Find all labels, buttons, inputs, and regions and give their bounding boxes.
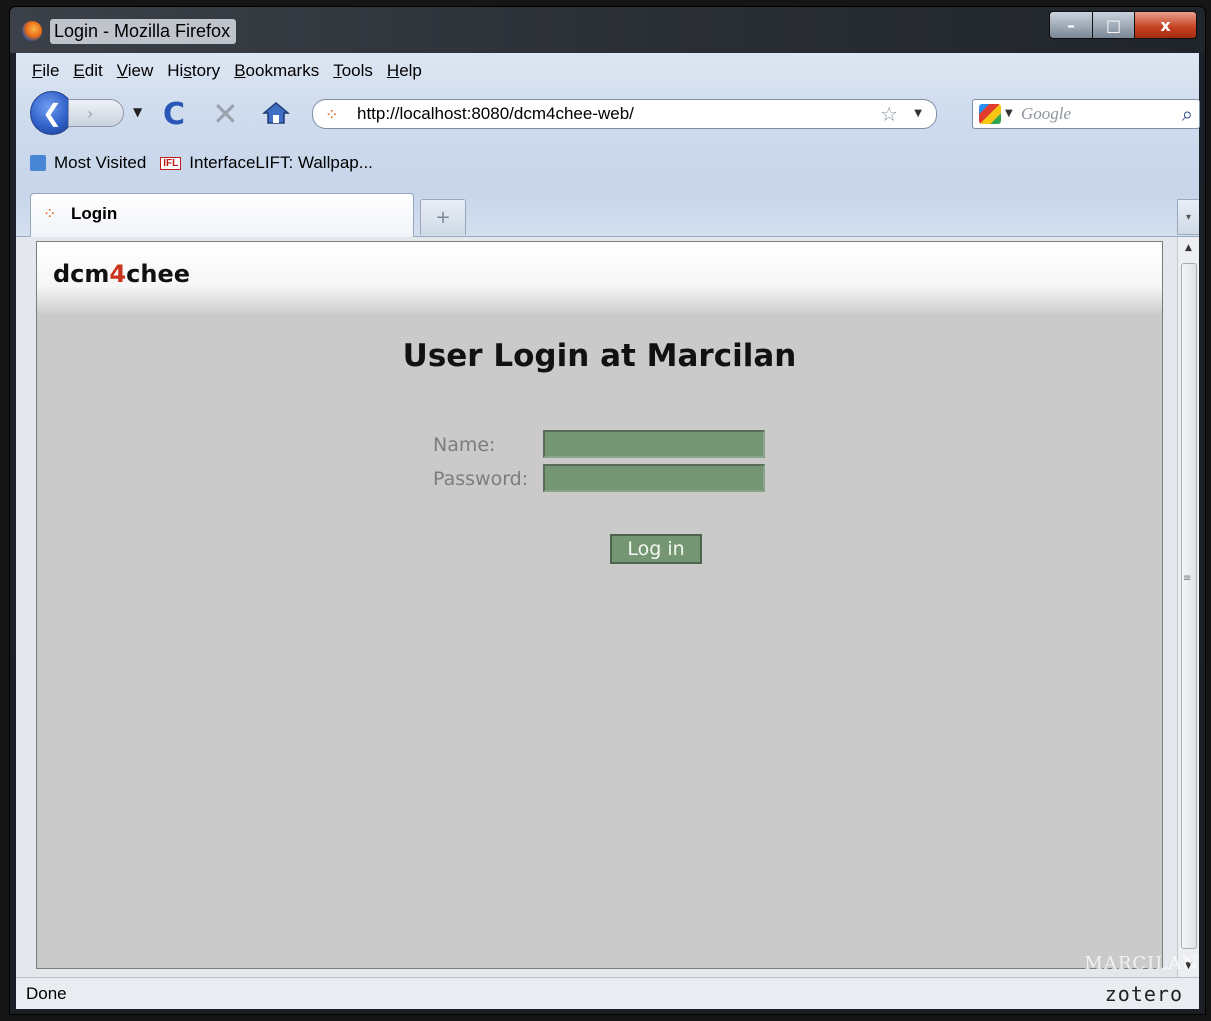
scroll-up-icon[interactable]: ▲ <box>1178 237 1199 259</box>
tab-label: Login <box>71 204 118 223</box>
menu-bar: File Edit View History Bookmarks Tools Help <box>26 59 430 83</box>
status-text: Done <box>26 984 67 1003</box>
menu-item[interactable]: View <box>111 59 162 83</box>
browser-window: Login - Mozilla Firefox – □ x File Edit Vi… <box>9 6 1206 1015</box>
bookmark-interfacelift[interactable]: InterfaceLIFT: Wallpap... <box>189 153 373 173</box>
new-tab-button[interactable]: + <box>420 199 466 235</box>
stop-icon[interactable]: ✕ <box>212 95 239 133</box>
zotero-button[interactable]: zotero <box>1105 982 1183 1006</box>
marcilan-watermark: MARCILAN <box>1084 953 1199 974</box>
search-engine-dropdown-icon[interactable]: ▼ <box>1005 108 1013 119</box>
home-icon[interactable] <box>262 101 290 125</box>
forward-button[interactable]: › <box>68 99 124 127</box>
navigation-toolbar: ❮ › ▼ C ✕ ⁘ http://localhost:8080/dcm4ch… <box>30 91 1200 137</box>
loading-icon: ⁘ <box>325 105 339 124</box>
scroll-thumb[interactable] <box>1181 263 1197 949</box>
login-button[interactable]: Log in <box>610 534 702 564</box>
content-area: dcm4chee User Login at Marcilan Name: Pa… <box>16 237 1199 977</box>
most-visited-icon <box>30 155 46 171</box>
search-bar[interactable]: ▼ Google ⌕ <box>972 99 1200 129</box>
menu-item[interactable]: Help <box>381 59 430 83</box>
menu-item[interactable]: Edit <box>67 59 110 83</box>
password-label: Password: <box>433 468 529 490</box>
password-input[interactable] <box>543 464 765 492</box>
browser-chrome: File Edit View History Bookmarks Tools Help ❮ … <box>16 53 1200 237</box>
status-bar: Done zotero <box>16 977 1199 1009</box>
title-bar: Login - Mozilla Firefox – □ x <box>10 7 1205 53</box>
close-button[interactable]: x <box>1135 11 1197 39</box>
menu-item[interactable]: History <box>161 59 228 83</box>
bookmarks-toolbar: Most Visited IFL InterfaceLIFT: Wallpap.… <box>30 153 373 173</box>
name-input[interactable] <box>543 430 765 458</box>
name-label: Name: <box>433 434 496 456</box>
window-title: Login - Mozilla Firefox <box>50 19 237 44</box>
menu-item[interactable]: Tools <box>327 59 381 83</box>
interfacelift-icon: IFL <box>160 156 182 170</box>
web-page: dcm4chee User Login at Marcilan Name: Pa… <box>36 241 1163 969</box>
menu-item[interactable]: Bookmarks <box>228 59 327 83</box>
reload-icon[interactable]: C <box>163 97 185 132</box>
tab-login[interactable]: ⁘ Login <box>30 193 414 237</box>
search-icon[interactable]: ⌕ <box>1182 102 1193 126</box>
tab-list-dropdown-icon[interactable]: ▾ <box>1177 199 1199 235</box>
tab-strip: ⁘ Login + ▾ <box>16 189 1199 237</box>
menu-item[interactable]: File <box>26 59 67 83</box>
url-bar[interactable]: ⁘ http://localhost:8080/dcm4chee-web/ ☆ … <box>312 99 937 129</box>
bookmark-star-icon[interactable]: ☆ <box>880 102 898 126</box>
page-title: User Login at Marcilan <box>402 338 797 374</box>
search-input[interactable]: Google <box>1021 104 1071 124</box>
dcm4chee-logo: dcm4chee <box>53 260 190 288</box>
scroll-grip-icon: ≡ <box>1183 573 1192 584</box>
page-header: dcm4chee <box>37 242 1162 316</box>
bookmark-most-visited[interactable]: Most Visited <box>54 153 146 173</box>
google-engine-icon[interactable] <box>979 104 1001 124</box>
url-text[interactable]: http://localhost:8080/dcm4chee-web/ <box>357 104 634 124</box>
window-controls: – □ x <box>1049 11 1197 39</box>
minimize-button[interactable]: – <box>1049 11 1093 39</box>
firefox-icon <box>22 21 42 41</box>
url-history-dropdown-icon[interactable]: ▼ <box>914 108 922 119</box>
history-dropdown-icon[interactable]: ▼ <box>133 105 142 119</box>
loading-icon: ⁘ <box>43 204 57 223</box>
maximize-button[interactable]: □ <box>1093 11 1135 39</box>
vertical-scrollbar[interactable]: ▲ ≡ ▼ <box>1177 237 1199 977</box>
